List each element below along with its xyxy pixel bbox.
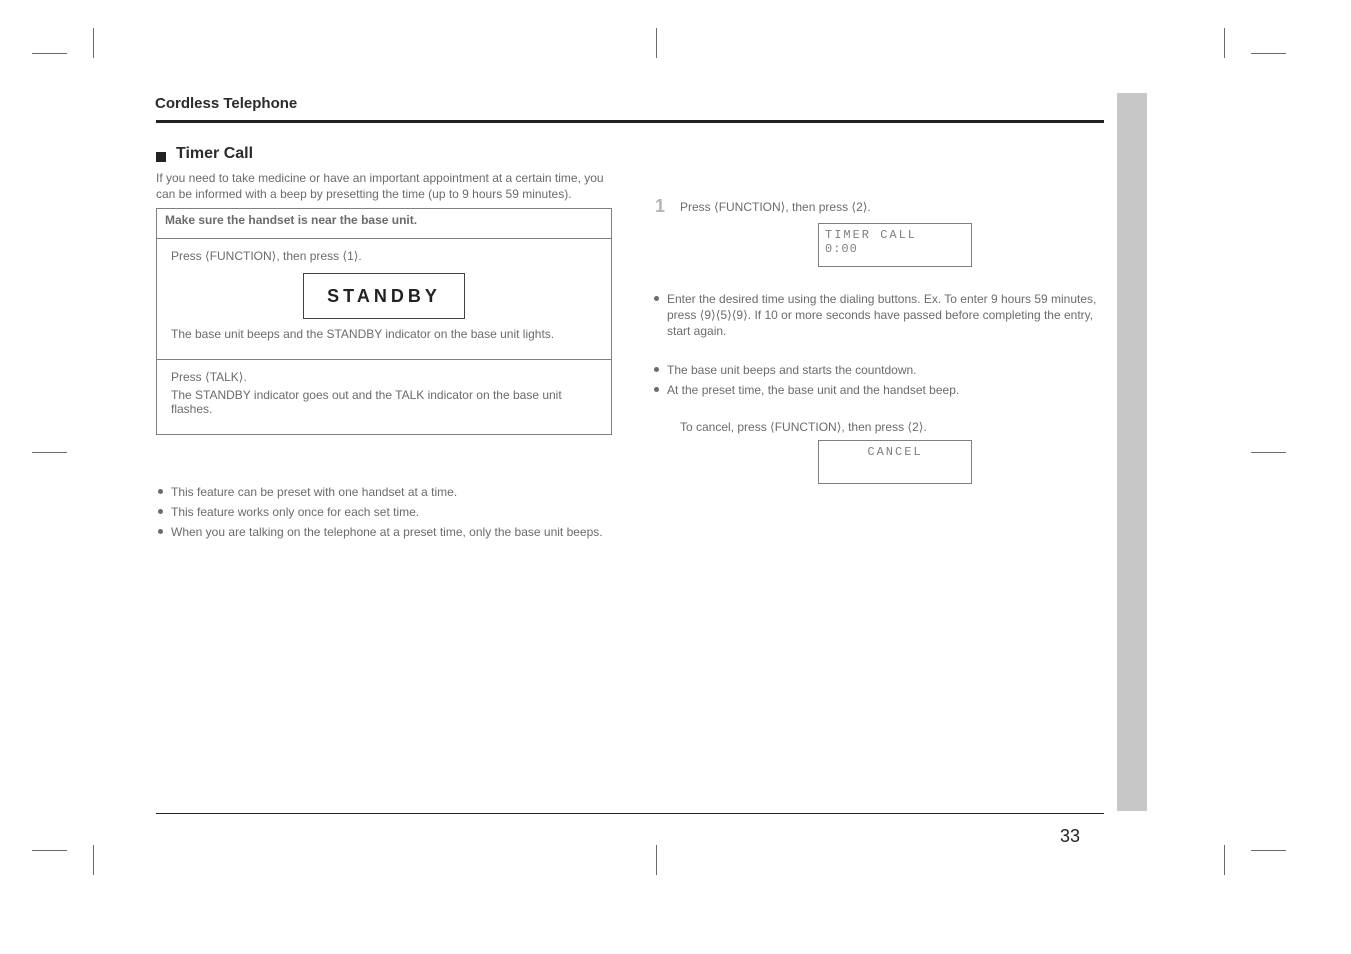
info-box-header: Make sure the handset is near the base u… [157, 209, 611, 239]
row3-line2: The STANDBY indicator goes out and the T… [171, 388, 597, 416]
bullet-text: At the preset time, the base unit and th… [667, 382, 959, 398]
step-1: 1 Press ⟨FUNCTION⟩, then press ⟨2⟩. [648, 196, 1103, 217]
bullet-text: The base unit beeps and starts the count… [667, 362, 917, 378]
info-box: Make sure the handset is near the base u… [156, 208, 612, 435]
page-number: 33 [1060, 826, 1080, 847]
list-item: At the preset time, the base unit and th… [654, 382, 1103, 398]
cancel-text: To cancel, press ⟨FUNCTION⟩, then press … [680, 420, 927, 434]
bullet-dot-icon [158, 529, 163, 534]
square-bullet-icon [156, 152, 166, 162]
list-item: When you are talking on the telephone at… [158, 524, 618, 540]
cancel-step: To cancel, press ⟨FUNCTION⟩, then press … [648, 420, 1103, 434]
lcd2-line1: CANCEL [825, 445, 965, 459]
row2-after: The base unit beeps and the STANDBY indi… [171, 327, 597, 341]
lcd-display-1: TIMER CALL 0:00 [818, 223, 972, 267]
section-title: Cordless Telephone [155, 95, 297, 112]
top-rule [156, 120, 1104, 123]
list-item: This feature can be preset with one hand… [158, 484, 618, 500]
row3-line1: Press ⟨TALK⟩. [171, 370, 597, 384]
bullet-text: When you are talking on the telephone at… [171, 524, 603, 540]
list-item: The base unit beeps and starts the count… [654, 362, 1103, 378]
intro-text: If you need to take medicine or have an … [156, 170, 612, 202]
bullet-dot-icon [654, 367, 659, 372]
standby-indicator: STANDBY [303, 273, 465, 319]
step-number: 1 [648, 196, 672, 217]
row2-line1: Press ⟨FUNCTION⟩, then press ⟨1⟩. [171, 249, 597, 263]
bullet-dot-icon [158, 509, 163, 514]
bullet-dot-icon [158, 489, 163, 494]
bottom-rule [156, 813, 1104, 814]
lcd1-line2: 0:00 [825, 242, 965, 256]
list-item: This feature works only once for each se… [158, 504, 618, 520]
bullet-text: Enter the desired time using the dialing… [667, 291, 1103, 340]
info-box-row3: Press ⟨TALK⟩. The STANDBY indicator goes… [157, 360, 611, 434]
bullet-dot-icon [654, 387, 659, 392]
lcd1-line1: TIMER CALL [825, 228, 965, 242]
side-tab [1117, 93, 1147, 811]
lcd-display-2: CANCEL [818, 440, 972, 484]
bullet-text: This feature works only once for each se… [171, 504, 419, 520]
step-1-text: Press ⟨FUNCTION⟩, then press ⟨2⟩. [680, 200, 871, 214]
info-box-row2: Press ⟨FUNCTION⟩, then press ⟨1⟩. STANDB… [157, 239, 611, 360]
list-item: Enter the desired time using the dialing… [654, 291, 1103, 340]
bullet-text: This feature can be preset with one hand… [171, 484, 457, 500]
page-headline: Timer Call [176, 145, 253, 163]
bullet-dot-icon [654, 296, 659, 301]
